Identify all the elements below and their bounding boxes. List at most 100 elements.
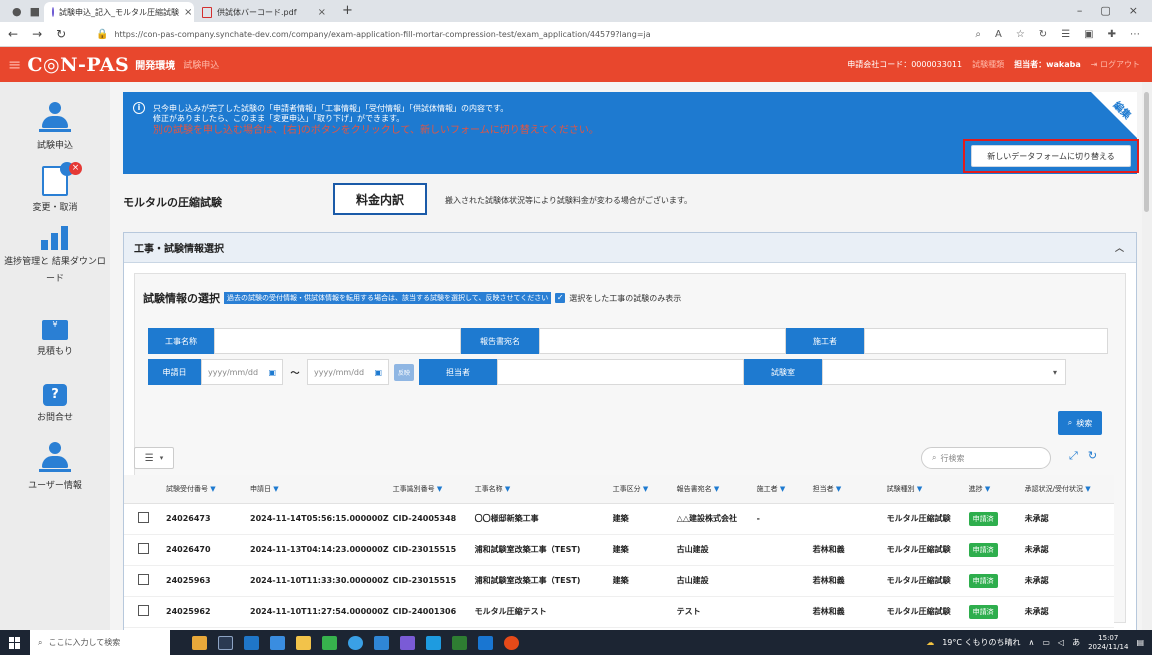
tray-chevron-icon[interactable]: ∧	[1029, 638, 1035, 647]
window-close-icon[interactable]: ×	[1129, 4, 1138, 17]
column-header[interactable]: 進捗 ▼	[964, 475, 1021, 504]
chevron-up-icon[interactable]: ︿	[1115, 241, 1124, 254]
person-input[interactable]	[497, 359, 744, 385]
column-header[interactable]: 承認状況/受付状況 ▼	[1020, 475, 1114, 504]
close-icon[interactable]: ×	[184, 7, 192, 18]
reload-icon[interactable]: ↻	[56, 27, 66, 41]
logout-link[interactable]: ⇥ ログアウト	[1091, 59, 1140, 70]
column-header[interactable]: 担当者 ▼	[808, 475, 883, 504]
sidebar-item-user-info[interactable]: ユーザー情報	[0, 442, 110, 491]
table-row[interactable]: 24026470 2024-11-13T04:14:23.000000Z CID-2…	[124, 534, 1114, 566]
column-header[interactable]: 報告書宛名 ▼	[672, 475, 753, 504]
browser-icon[interactable]	[348, 635, 363, 650]
find-icon[interactable]: ⌕	[975, 29, 981, 40]
volume-icon[interactable]: ◁	[1058, 638, 1064, 647]
taskbar-search[interactable]: ⌕ ここに入力して検索	[30, 630, 170, 655]
weather-icon[interactable]: ☁	[926, 638, 934, 647]
minimize-icon[interactable]: –	[1077, 4, 1083, 17]
table-row[interactable]: 24025962 2024-11-10T11:27:54.000000Z CID-2…	[124, 596, 1114, 628]
contractor-input[interactable]	[864, 328, 1108, 354]
settings-more-icon[interactable]: ⋯	[1130, 29, 1140, 40]
app-icon[interactable]	[374, 635, 389, 650]
column-header[interactable]: 工事名称 ▼	[470, 475, 609, 504]
app-header: ≡ C◎N-PAS 開発環境 試験申込 申請会社コード：0000033011 試…	[0, 47, 1152, 82]
tab-barcode-pdf[interactable]: 供試体バーコード.pdf ×	[194, 2, 334, 22]
tab-actions-icon[interactable]: ■	[30, 5, 40, 18]
row-checkbox[interactable]	[138, 543, 149, 554]
page-scrollbar[interactable]	[1142, 82, 1152, 630]
column-header[interactable]: 申請日 ▼	[246, 475, 389, 504]
table-row[interactable]: 24025963 2024-11-10T11:33:30.000000Z CID-2…	[124, 565, 1114, 597]
app-icon[interactable]	[270, 635, 285, 650]
folder-icon[interactable]	[296, 635, 311, 650]
row-checkbox[interactable]	[138, 605, 149, 616]
refresh-page-icon[interactable]: ↻	[1039, 29, 1047, 40]
network-icon[interactable]: ▭	[1042, 638, 1050, 647]
column-menu-button[interactable]: ☰ ▾	[134, 447, 174, 469]
profile-icon[interactable]: ●	[12, 5, 22, 18]
app-icon[interactable]	[244, 635, 259, 650]
tab-exam-application[interactable]: 試験申込_記入_モルタル圧縮試験 ×	[44, 2, 194, 22]
row-checkbox[interactable]	[138, 512, 149, 523]
excel-icon[interactable]	[452, 635, 467, 650]
collections-icon[interactable]: ▣	[1084, 29, 1093, 40]
table-row[interactable]: 24026473 2024-11-14T05:56:15.000000Z CID-2…	[124, 503, 1114, 535]
favorite-icon[interactable]: ☆	[1016, 29, 1025, 40]
app-icon[interactable]	[192, 635, 207, 650]
sidebar-item-exam-application[interactable]: 試験申込	[0, 102, 110, 151]
start-button[interactable]	[0, 630, 30, 655]
column-header[interactable]: 工事区分 ▼	[608, 475, 673, 504]
project-name-input[interactable]	[214, 328, 461, 354]
table-cell: 申請済	[964, 503, 1021, 535]
reload-table-icon[interactable]: ↻	[1088, 449, 1097, 463]
notification-icon[interactable]: ▤	[1136, 638, 1144, 647]
restore-icon[interactable]: ▢	[1100, 4, 1110, 17]
date-from-input[interactable]: yyyy/mm/dd ▣	[201, 359, 283, 385]
calendar-icon[interactable]: ▣	[374, 368, 382, 377]
column-header[interactable]: 施工者 ▼	[752, 475, 809, 504]
column-header[interactable]: 工事識別番号 ▼	[388, 475, 471, 504]
teams-icon[interactable]	[400, 635, 415, 650]
task-view-icon[interactable]	[218, 635, 233, 650]
panel-header[interactable]: 工事・試験情報選択 ︿	[124, 233, 1136, 263]
date-to-input[interactable]: yyyy/mm/dd ▣	[307, 359, 389, 385]
only-selected-checkbox[interactable]: ✓	[555, 293, 566, 303]
ime-indicator[interactable]: あ	[1072, 637, 1080, 648]
calendar-icon[interactable]: ▣	[268, 368, 276, 377]
column-header[interactable]: 試験受付番号 ▼	[162, 475, 246, 504]
sidebar-item-estimate[interactable]: ¥ 見積もり	[0, 320, 110, 357]
favorites-icon[interactable]: ☰	[1061, 29, 1070, 40]
search-button[interactable]: ⌕ 検索	[1058, 411, 1102, 435]
fee-breakdown-button[interactable]: 料金内訳	[333, 183, 427, 215]
app-icon[interactable]	[322, 635, 337, 650]
clock[interactable]: 15:07 2024/11/14	[1088, 634, 1128, 652]
word-icon[interactable]	[478, 635, 493, 650]
switch-new-form-button[interactable]: 新しいデータフォームに切り替える	[971, 145, 1131, 167]
apply-button[interactable]: 反映	[393, 363, 414, 381]
expand-icon[interactable]: ⤢	[1069, 449, 1078, 463]
column-header[interactable]: 試験種別 ▼	[882, 475, 965, 504]
person-icon	[39, 102, 71, 134]
conpas-logo[interactable]: C◎N-PAS	[27, 54, 129, 76]
back-icon[interactable]: ←	[8, 27, 18, 41]
close-icon[interactable]: ×	[318, 7, 326, 18]
row-checkbox[interactable]	[138, 574, 149, 585]
app-icon[interactable]	[504, 635, 519, 650]
lab-select[interactable]: ▾	[822, 359, 1066, 385]
url-field[interactable]: 🔒 https://con-pas-company.synchate-dev.c…	[96, 29, 651, 40]
scrollbar-thumb[interactable]	[1144, 92, 1149, 212]
report-to-input[interactable]	[539, 328, 786, 354]
weather-text[interactable]: 19°C くもりのち晴れ	[942, 637, 1020, 648]
extensions-icon[interactable]: ✚	[1108, 29, 1116, 40]
menu-icon[interactable]: ≡	[0, 55, 27, 74]
row-search-input[interactable]: ⌕ 行検索	[921, 447, 1051, 469]
sidebar-item-contact[interactable]: ? お問合せ	[0, 384, 110, 423]
forward-icon[interactable]: →	[32, 27, 42, 41]
app-icon[interactable]	[426, 635, 441, 650]
sidebar-item-progress[interactable]: 進捗管理と 結果ダウンロード	[0, 224, 110, 288]
table-cell: 古山建設	[672, 565, 753, 597]
header-faint-link[interactable]: 試験種類	[972, 59, 1004, 70]
new-tab-icon[interactable]: +	[334, 3, 361, 22]
sidebar-item-change-cancel[interactable]: × 変更・取消	[0, 162, 110, 213]
read-aloud-icon[interactable]: A	[995, 29, 1002, 40]
